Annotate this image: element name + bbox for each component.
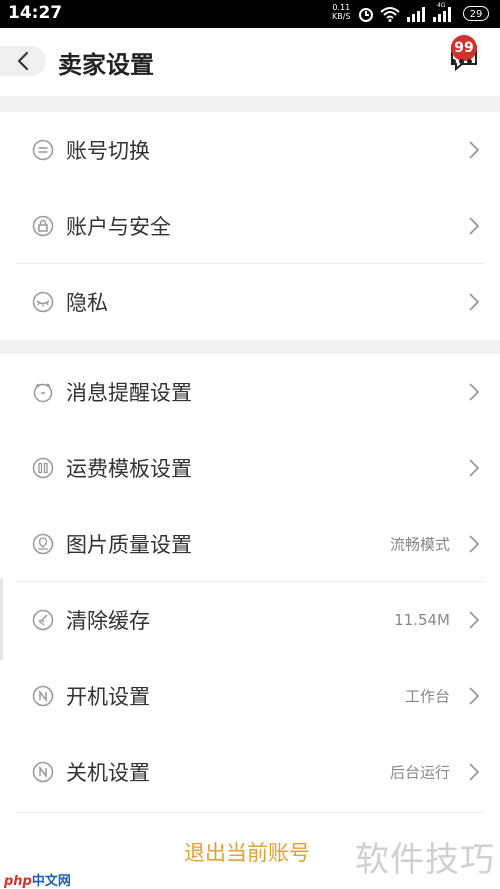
more-dots-icon[interactable] — [451, 59, 472, 64]
chevron-right-icon — [469, 535, 480, 553]
net-speed-unit: KB/S — [332, 12, 351, 21]
settings-item-label: 开机设置 — [66, 685, 150, 709]
settings-item-value: 流畅模式 — [389, 535, 450, 554]
settings-item-shutdown[interactable]: 关机设置 后台运行 — [0, 734, 500, 810]
settings-item-account-switch[interactable]: 账号切换 — [0, 112, 500, 188]
status-time: 14:27 — [8, 3, 63, 23]
site-logo: php中文网 — [4, 870, 71, 889]
chevron-left-icon — [17, 51, 29, 71]
power-off-icon — [32, 761, 54, 783]
settings-item-privacy[interactable]: 隐私 — [0, 264, 500, 340]
chevron-right-icon — [469, 763, 480, 781]
chevron-right-icon — [469, 459, 480, 477]
scroll-edge — [0, 578, 3, 660]
logout-button[interactable]: 退出当前账号 — [184, 837, 310, 867]
section-gap — [0, 96, 500, 112]
settings-item-startup[interactable]: 开机设置 工作台 — [0, 658, 500, 734]
settings-item-label: 图片质量设置 — [66, 533, 192, 557]
logout-section: 退出当前账号 软件技巧 php中文网 — [0, 812, 500, 889]
chevron-right-icon — [469, 383, 480, 401]
image-quality-icon — [32, 533, 54, 555]
net-speed: 0.11 KB/S — [332, 3, 351, 21]
back-button[interactable] — [0, 46, 46, 76]
site-logo-suffix: 中文网 — [31, 874, 71, 889]
settings-item-label: 消息提醒设置 — [66, 381, 192, 405]
power-on-icon — [32, 685, 54, 707]
notification-badge[interactable]: 99 — [451, 35, 477, 61]
section-gap — [0, 340, 500, 354]
settings-item-label: 清除缓存 — [66, 609, 150, 633]
net-speed-value: 0.11 — [332, 3, 351, 12]
settings-item-account-security[interactable]: 账户与安全 — [0, 188, 500, 264]
settings-item-clear-cache[interactable]: 清除缓存 11.54M — [0, 582, 500, 658]
settings-item-label: 账户与安全 — [66, 215, 171, 239]
app-header: 卖家设置 99 — [0, 28, 500, 96]
page-title: 卖家设置 — [58, 51, 154, 79]
settings-item-label: 账号切换 — [66, 139, 150, 163]
template-icon — [32, 457, 54, 479]
settings-item-notifications[interactable]: 消息提醒设置 — [0, 354, 500, 430]
alarm-icon — [359, 8, 373, 22]
chevron-right-icon — [469, 611, 480, 629]
signal-icon — [407, 7, 425, 22]
settings-item-shipping-template[interactable]: 运费模板设置 — [0, 430, 500, 506]
chevron-right-icon — [469, 217, 480, 235]
battery-icon: 29 — [463, 6, 489, 21]
settings-item-value: 工作台 — [404, 687, 450, 706]
chevron-right-icon — [469, 687, 480, 705]
settings-item-value: 后台运行 — [389, 763, 450, 782]
lock-icon — [32, 215, 54, 237]
settings-item-label: 隐私 — [66, 291, 108, 315]
network-type: 4G — [437, 2, 446, 9]
broom-icon — [32, 609, 54, 631]
privacy-icon — [32, 291, 54, 313]
settings-item-label: 关机设置 — [66, 761, 150, 785]
settings-item-value: 11.54M — [394, 611, 450, 629]
chevron-right-icon — [469, 141, 480, 159]
settings-item-label: 运费模板设置 — [66, 457, 192, 481]
divider — [16, 812, 484, 813]
switch-icon — [32, 139, 54, 161]
status-bar: 14:27 0.11 KB/S 4G 29 — [0, 0, 500, 28]
chevron-right-icon — [469, 293, 480, 311]
bell-icon — [33, 383, 53, 403]
site-logo-prefix: php — [4, 874, 32, 889]
settings-item-image-quality[interactable]: 图片质量设置 流畅模式 — [0, 506, 500, 582]
watermark-text: 软件技巧 — [355, 840, 495, 880]
wifi-icon — [380, 7, 400, 22]
